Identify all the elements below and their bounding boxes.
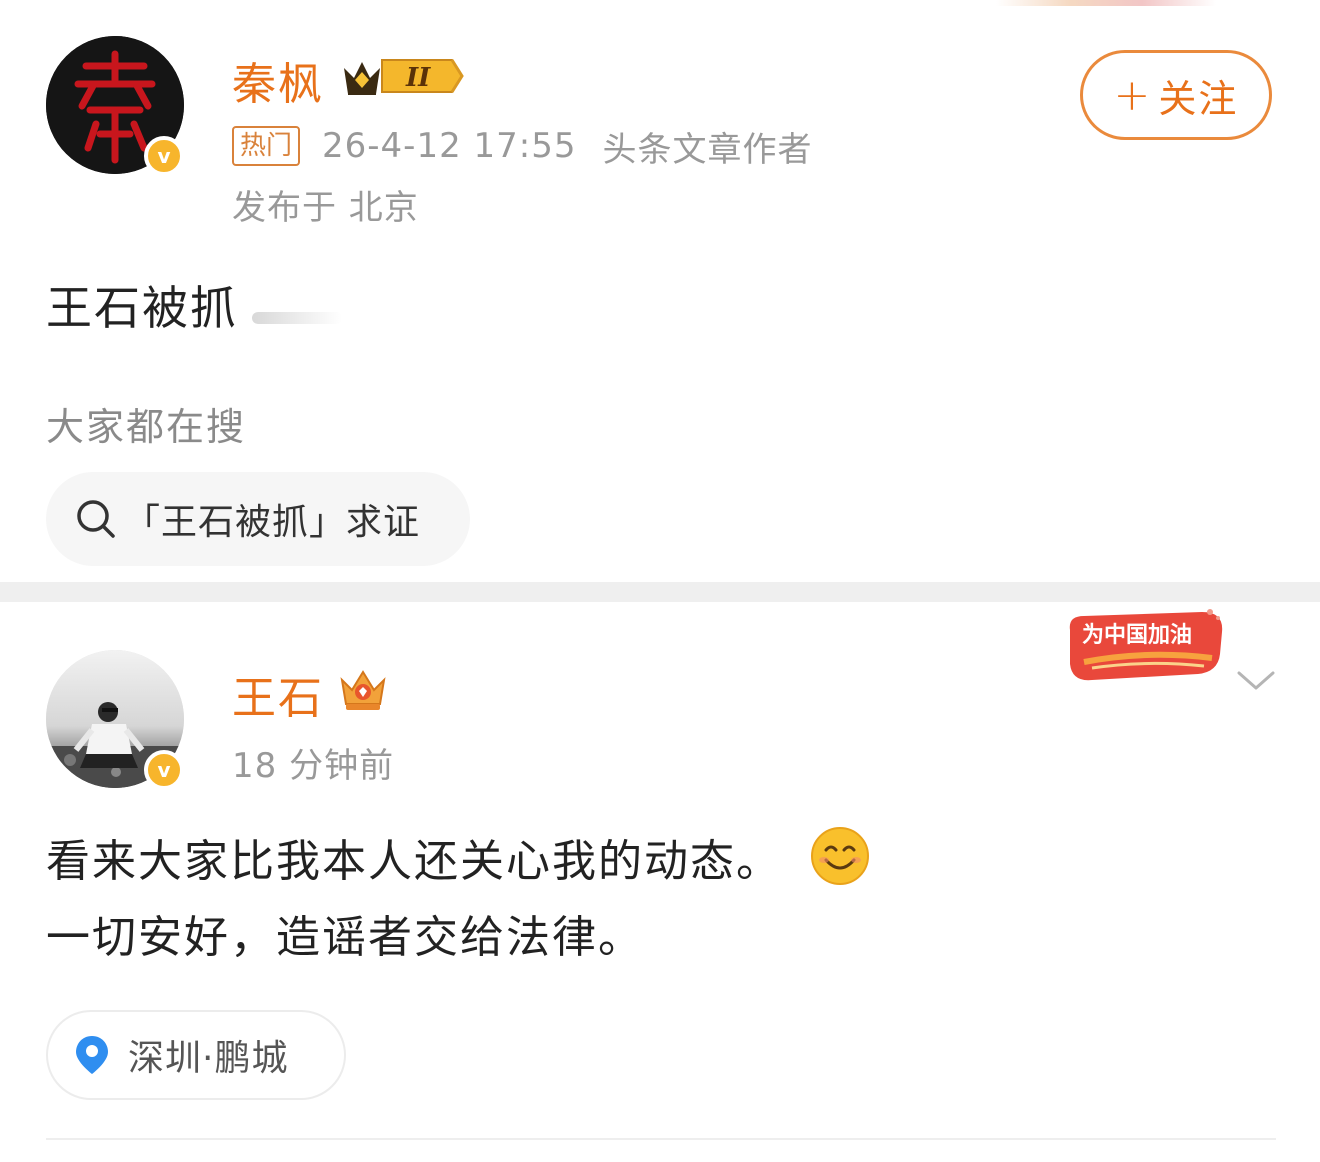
weibo-feed: v 秦枫 II 热门 26-4-12 17:55 头条文章作者 发布于 北京 +… <box>0 0 1320 1162</box>
content-fade <box>252 312 342 324</box>
user-name[interactable]: 王石 <box>232 662 324 726</box>
bottom-divider <box>46 1138 1276 1140</box>
post-divider <box>0 582 1320 602</box>
crown-icon <box>340 670 386 710</box>
search-suggestion-chip[interactable]: 「王石被抓」求证 <box>46 472 470 566</box>
post-card: v 秦枫 II 热门 26-4-12 17:55 头条文章作者 发布于 北京 +… <box>0 0 1320 582</box>
timestamp: 26-4-12 17:55 <box>322 126 577 166</box>
plus-icon: + <box>1113 69 1153 121</box>
author-title: 头条文章作者 <box>602 129 813 170</box>
follow-label: 关注 <box>1158 76 1239 121</box>
follow-button[interactable]: + 关注 <box>1080 50 1272 140</box>
hot-tag: 热门 <box>232 126 301 166</box>
event-frame-badge: 为中国加油 <box>1069 609 1223 681</box>
search-chip-label: 「王石被抓」求证 <box>124 502 421 543</box>
post-meta: 热门 26-4-12 17:55 头条文章作者 <box>232 124 813 170</box>
location-label: 深圳·鹏城 <box>128 1038 289 1079</box>
post-time: 18 分钟前 <box>232 746 395 786</box>
post-card: v 王石 18 分钟前 为中国加油 看来大家比我本人还关心我的动态。 一切安好，… <box>0 602 1320 1162</box>
user-name[interactable]: 秦枫 <box>232 48 324 112</box>
location-chip[interactable]: 深圳·鹏城 <box>46 1010 346 1100</box>
chevron-down-icon[interactable] <box>1236 668 1276 694</box>
post-body: 看来大家比我本人还关心我的动态。 一切安好，造谣者交给法律。 <box>46 824 870 976</box>
publish-location: 发布于 北京 <box>232 188 419 228</box>
search-hint-label: 大家都在搜 <box>46 405 247 449</box>
verified-badge: v <box>144 750 184 790</box>
svg-text:为中国加油: 为中国加油 <box>1082 622 1192 647</box>
search-icon <box>77 500 115 538</box>
post-body-line: 一切安好，造谣者交给法律。 <box>46 912 644 963</box>
crown-level-icon: II <box>344 59 464 95</box>
svg-text:II: II <box>405 63 431 93</box>
smile-emoji-icon <box>811 827 869 885</box>
location-pin-icon <box>76 1036 108 1074</box>
post-content: 王石被抓 <box>46 281 238 335</box>
post-body-line: 看来大家比我本人还关心我的动态。 <box>46 824 870 900</box>
verified-badge: v <box>144 136 184 176</box>
